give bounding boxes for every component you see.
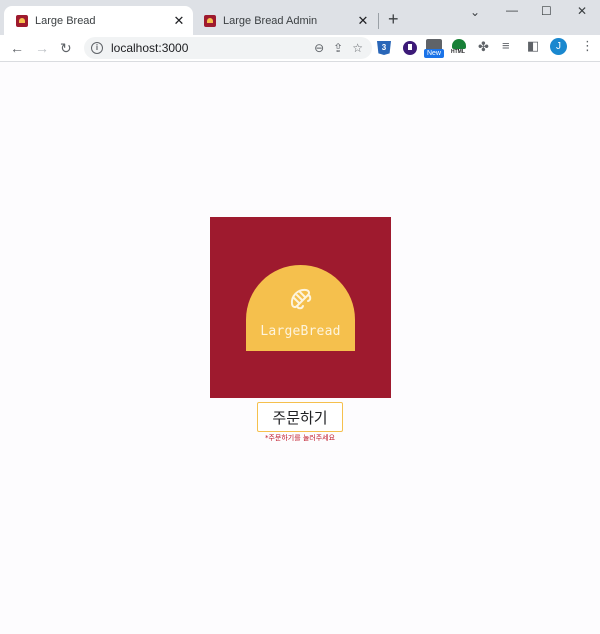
forward-arrow-icon[interactable]: → — [35, 38, 49, 58]
html-extension-icon[interactable]: HTML — [451, 39, 466, 55]
tab-strip: Large Bread ✕ Large Bread Admin ✕ + ⌄ — … — [0, 0, 600, 35]
download-extension-icon[interactable] — [403, 41, 417, 55]
extensions-puzzle-icon[interactable]: ✤ — [478, 39, 489, 55]
menu-kebab-icon[interactable]: ⋮ — [581, 38, 594, 54]
bread-favicon-icon — [16, 14, 28, 27]
css-extension-icon[interactable]: 3 — [377, 41, 391, 55]
screen-extension-icon[interactable]: New — [424, 39, 444, 58]
tab-large-bread[interactable]: Large Bread ✕ — [4, 6, 193, 35]
brand-logo: LargeBread — [210, 217, 391, 398]
tab-title: Large Bread Admin — [223, 14, 318, 27]
bookmark-star-icon[interactable]: ☆ — [352, 41, 363, 55]
plus-icon[interactable]: + — [388, 9, 399, 29]
croissant-icon — [290, 288, 312, 310]
order-hint-text: *주문하기를 눌러주세요 — [264, 434, 336, 442]
tab-title: Large Bread — [35, 14, 96, 27]
browser-toolbar: ← → ↻ i localhost:3000 ⊖ ⇪ ☆ 3 New HTML — [0, 35, 600, 62]
share-icon[interactable]: ⇪ — [333, 41, 343, 55]
back-arrow-icon[interactable]: ← — [10, 38, 24, 58]
reload-icon[interactable]: ↻ — [60, 38, 72, 58]
site-info-icon[interactable]: i — [91, 42, 103, 54]
logo-text: LargeBread — [260, 324, 341, 339]
new-badge: New — [424, 49, 444, 58]
html-extension-label: HTML — [451, 49, 465, 55]
tab-search-chevron-icon[interactable]: ⌄ — [470, 4, 480, 20]
address-bar[interactable]: i localhost:3000 ⊖ ⇪ ☆ — [84, 37, 372, 59]
close-tab-icon[interactable]: ✕ — [171, 13, 187, 29]
order-button[interactable]: 주문하기 — [257, 402, 343, 432]
logo-arch: LargeBread — [246, 265, 355, 351]
side-panel-icon[interactable]: ◧ — [527, 38, 539, 54]
bread-favicon-icon — [204, 14, 216, 27]
maximize-icon[interactable]: ☐ — [541, 3, 552, 19]
profile-avatar[interactable]: J — [550, 38, 567, 55]
minimize-icon[interactable]: — — [506, 2, 518, 18]
window-close-icon[interactable]: ✕ — [577, 3, 587, 19]
tab-large-bread-admin[interactable]: Large Bread Admin ✕ — [196, 6, 377, 35]
close-tab-icon[interactable]: ✕ — [355, 13, 371, 29]
address-url[interactable]: localhost:3000 — [111, 41, 314, 55]
tab-separator — [378, 13, 379, 29]
zoom-icon[interactable]: ⊖ — [314, 41, 324, 55]
reading-list-icon[interactable]: ≡ — [502, 38, 510, 53]
